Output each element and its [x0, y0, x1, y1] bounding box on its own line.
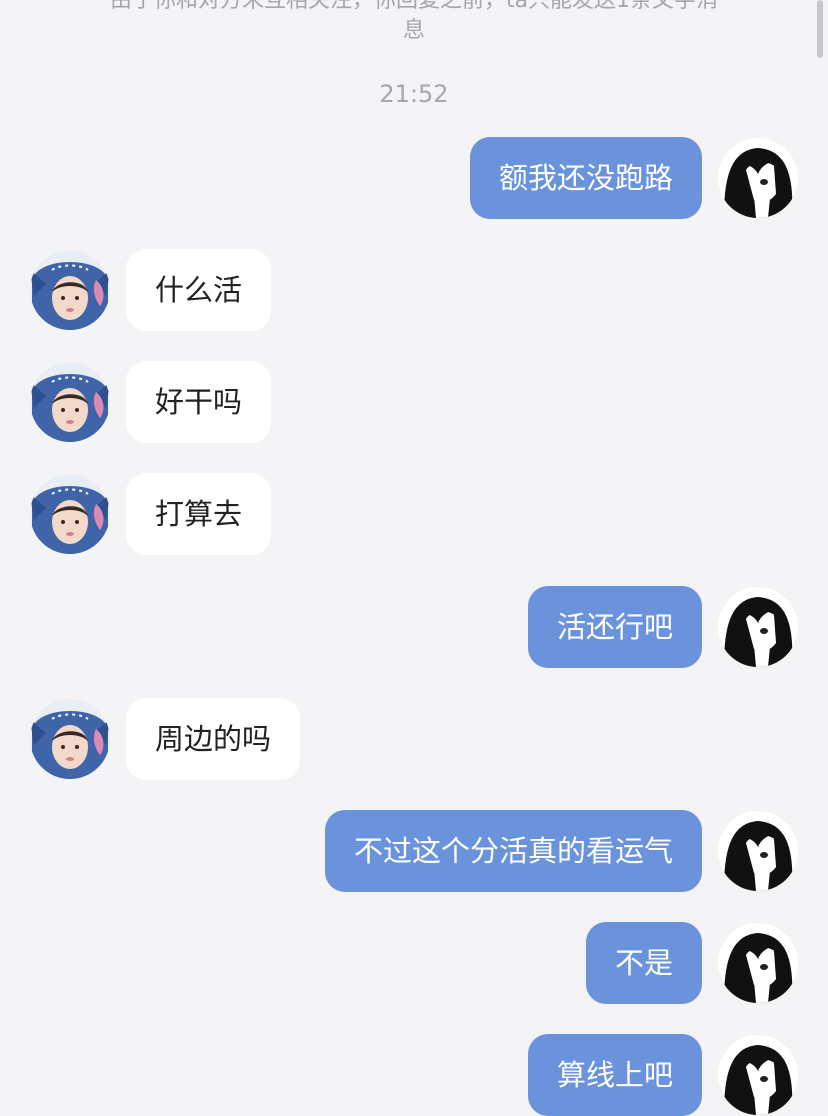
message-bubble-incoming[interactable]: 好干吗 [126, 361, 272, 443]
contact-avatar[interactable] [30, 699, 110, 779]
contact-avatar[interactable] [30, 250, 110, 330]
anime-girl-avatar-icon [718, 923, 798, 1003]
message-bubble-incoming[interactable]: 周边的吗 [126, 698, 301, 780]
contact-avatar[interactable] [30, 474, 110, 554]
anime-girl-avatar-icon [718, 811, 798, 891]
message-row-incoming: 打算去 [0, 473, 828, 555]
stitch-hood-avatar-icon [30, 699, 110, 779]
message-bubble-incoming[interactable]: 什么活 [126, 249, 272, 331]
message-row-outgoing: 不是 [0, 922, 828, 1004]
my-avatar[interactable] [718, 811, 798, 891]
anime-girl-avatar-icon [718, 138, 798, 218]
my-avatar[interactable] [718, 587, 798, 667]
message-row-incoming: 周边的吗 [0, 698, 828, 780]
my-avatar[interactable] [718, 138, 798, 218]
message-bubble-incoming[interactable]: 打算去 [126, 473, 272, 555]
follow-notice: 由于你和对方未互相关注，你回复之前，ta只能发送1条文字消 息 [60, 0, 768, 46]
message-row-outgoing: 活还行吧 [0, 586, 828, 668]
message-row-outgoing: 不过这个分活真的看运气 [0, 810, 828, 892]
message-row-incoming: 什么活 [0, 249, 828, 331]
message-timestamp: 21:52 [379, 80, 449, 108]
message-bubble-outgoing[interactable]: 不是 [585, 922, 702, 1004]
anime-girl-avatar-icon [718, 587, 798, 667]
anime-girl-avatar-icon [718, 1035, 798, 1115]
my-avatar[interactable] [718, 923, 798, 1003]
contact-avatar[interactable] [30, 362, 110, 442]
follow-notice-line-2: 息 [402, 18, 425, 43]
message-bubble-outgoing[interactable]: 额我还没跑路 [469, 137, 702, 219]
stitch-hood-avatar-icon [30, 362, 110, 442]
message-bubble-outgoing[interactable]: 活还行吧 [527, 586, 702, 668]
scrollbar[interactable] [817, 0, 823, 58]
my-avatar[interactable] [718, 1035, 798, 1115]
stitch-hood-avatar-icon [30, 474, 110, 554]
follow-notice-line-1: 由于你和对方未互相关注，你回复之前，ta只能发送1条文字消 [109, 0, 719, 13]
stitch-hood-avatar-icon [30, 250, 110, 330]
message-bubble-outgoing[interactable]: 不过这个分活真的看运气 [324, 810, 702, 892]
message-row-outgoing: 额我还没跑路 [0, 137, 828, 219]
message-row-incoming: 好干吗 [0, 361, 828, 443]
